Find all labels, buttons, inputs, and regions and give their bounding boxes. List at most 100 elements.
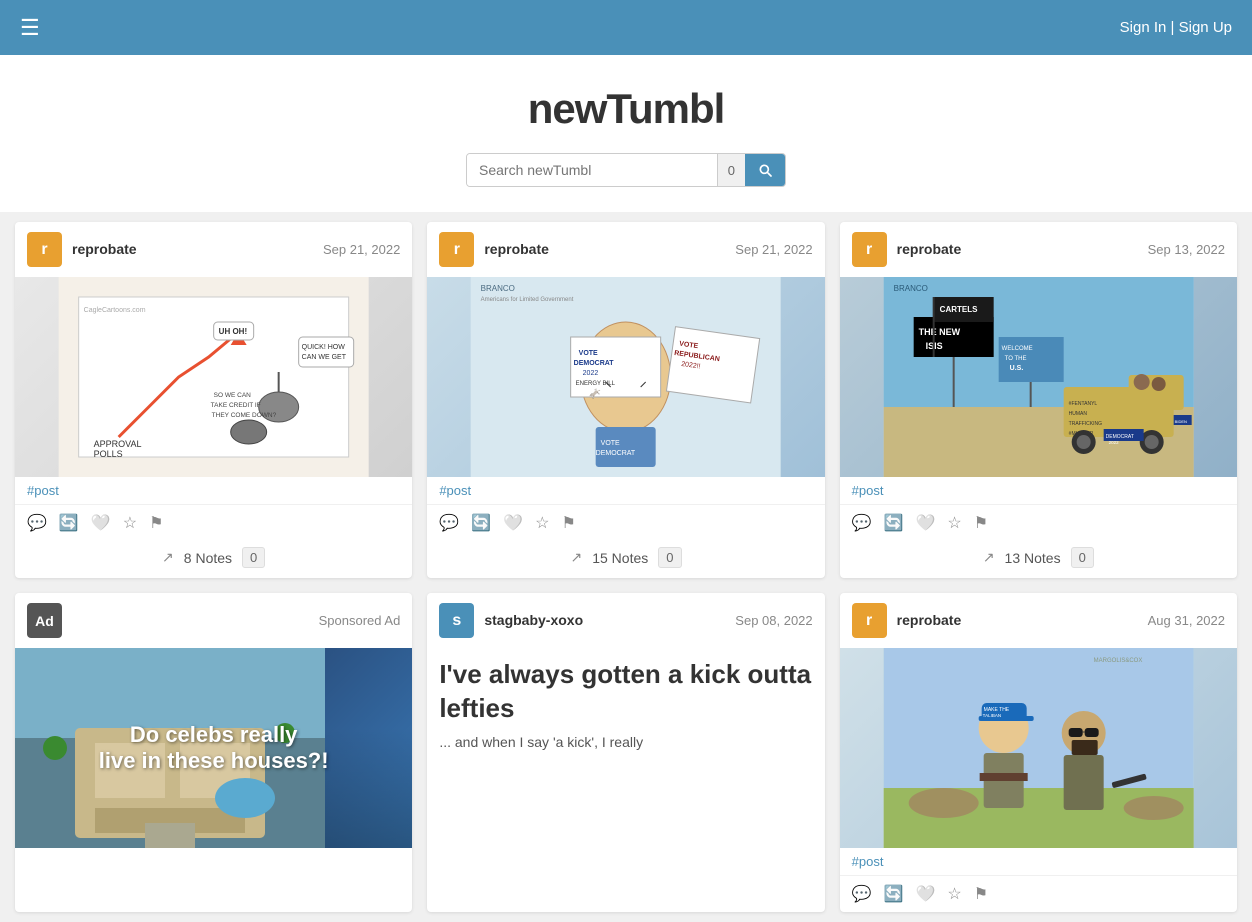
- notes-badge-2: 0: [658, 547, 681, 568]
- svg-text:2022: 2022: [583, 370, 599, 377]
- username-5[interactable]: stagbaby-xoxo: [484, 612, 583, 628]
- svg-text:THE NEW: THE NEW: [918, 327, 960, 337]
- flag-icon-1[interactable]: ⚑: [149, 513, 163, 533]
- svg-text:MARGOLIS&COX: MARGOLIS&COX: [1093, 658, 1142, 664]
- svg-text:DEMOCRAT: DEMOCRAT: [596, 450, 636, 457]
- post-image-3: BRANCO THE NEW ISIS CARTELS WELCOME TO T…: [840, 277, 1237, 477]
- card-notes-row-3: ↗ 13 Notes 0: [840, 541, 1237, 578]
- notes-count-3: 13 Notes: [1005, 550, 1061, 566]
- search-count-badge: 0: [717, 154, 745, 186]
- flag-icon-2[interactable]: ⚑: [561, 513, 575, 533]
- hamburger-menu-icon[interactable]: ☰: [20, 15, 40, 41]
- avatar-6: r: [852, 603, 887, 638]
- card-header-ad: Ad Sponsored Ad: [15, 593, 412, 648]
- svg-text:CAN WE GET: CAN WE GET: [302, 354, 347, 361]
- post-card-5: s stagbaby-xoxo Sep 08, 2022 I've always…: [427, 593, 824, 912]
- share-icon-1[interactable]: ↗: [162, 549, 174, 566]
- like-icon-6[interactable]: 🤍: [916, 884, 936, 904]
- card-header-5: s stagbaby-xoxo Sep 08, 2022: [427, 593, 824, 648]
- comment-icon-6[interactable]: 💬: [852, 884, 872, 904]
- svg-text:APPROVAL: APPROVAL: [94, 439, 142, 449]
- site-title: newTumbl: [0, 85, 1252, 133]
- card-header-1: r reprobate Sep 21, 2022: [15, 222, 412, 277]
- star-icon-6[interactable]: ☆: [947, 884, 961, 904]
- svg-text:VOTE: VOTE: [579, 350, 598, 357]
- auth-separator: |: [1171, 19, 1179, 36]
- cards-grid: r reprobate Sep 21, 2022 APPROVAL POLLS: [15, 222, 1237, 912]
- post-tag-2[interactable]: #post: [427, 477, 824, 504]
- ad-avatar: Ad: [27, 603, 62, 638]
- post-card-3: r reprobate Sep 13, 2022 BRANCO T: [840, 222, 1237, 578]
- repost-icon-3[interactable]: 🔄: [884, 513, 904, 533]
- svg-text:QUICK! HOW: QUICK! HOW: [302, 344, 346, 351]
- auth-links: Sign In | Sign Up: [1120, 19, 1232, 36]
- svg-text:SO WE CAN: SO WE CAN: [214, 392, 252, 399]
- search-input[interactable]: [467, 154, 717, 186]
- sponsored-text: Sponsored Ad: [319, 613, 401, 628]
- username-3[interactable]: reprobate: [897, 241, 962, 257]
- like-icon-2[interactable]: 🤍: [503, 513, 523, 533]
- svg-text:TAKE CREDIT IF: TAKE CREDIT IF: [211, 402, 261, 409]
- star-icon-3[interactable]: ☆: [947, 513, 961, 533]
- user-info-6: reprobate: [897, 612, 1138, 630]
- sign-up-link[interactable]: Sign Up: [1179, 19, 1232, 36]
- svg-text:#MURDER: #MURDER: [1068, 431, 1093, 437]
- flag-icon-3[interactable]: ⚑: [974, 513, 988, 533]
- svg-text:TALIBAN: TALIBAN: [982, 713, 1000, 718]
- ad-image-text: Do celebs reallylive in these houses?!: [89, 712, 339, 784]
- svg-text:DEMOCRAT: DEMOCRAT: [574, 360, 615, 367]
- notes-badge-1: 0: [242, 547, 265, 568]
- svg-text:BIDEN: BIDEN: [1174, 419, 1186, 424]
- star-icon-2[interactable]: ☆: [535, 513, 549, 533]
- search-icon: [757, 162, 773, 178]
- svg-text:TO THE: TO THE: [1004, 356, 1026, 362]
- card-notes-row-1: ↗ 8 Notes 0: [15, 541, 412, 578]
- search-container: 0: [466, 153, 786, 187]
- star-icon-1[interactable]: ☆: [123, 513, 137, 533]
- post-excerpt-5: ... and when I say 'a kick', I really: [427, 732, 824, 763]
- flag-icon-6[interactable]: ⚑: [974, 884, 988, 904]
- svg-text:TRAFFICKING: TRAFFICKING: [1068, 421, 1101, 427]
- card-actions-3: 💬 🔄 🤍 ☆ ⚑: [840, 504, 1237, 541]
- ad-card: Ad Sponsored Ad: [15, 593, 412, 912]
- svg-text:THEY COME DOWN?: THEY COME DOWN?: [212, 412, 277, 419]
- comment-icon-2[interactable]: 💬: [439, 513, 459, 533]
- ad-image[interactable]: Do celebs reallylive in these houses?!: [15, 648, 412, 848]
- post-card-1: r reprobate Sep 21, 2022 APPROVAL POLLS: [15, 222, 412, 578]
- svg-text:HUMAN: HUMAN: [1068, 411, 1087, 417]
- comment-icon-1[interactable]: 💬: [27, 513, 47, 533]
- post-title-5: I've always gotten a kick outta lefties: [427, 648, 824, 732]
- sign-in-link[interactable]: Sign In: [1120, 19, 1167, 36]
- avatar-5: s: [439, 603, 474, 638]
- svg-text:POLLS: POLLS: [94, 449, 123, 459]
- main-content: r reprobate Sep 21, 2022 APPROVAL POLLS: [0, 212, 1252, 922]
- comment-icon-3[interactable]: 💬: [852, 513, 872, 533]
- site-title-area: newTumbl: [0, 55, 1252, 153]
- svg-text:2022: 2022: [1108, 440, 1119, 445]
- card-header-2: r reprobate Sep 21, 2022: [427, 222, 824, 277]
- post-image-1: APPROVAL POLLS QUICK! HOW CAN WE GET UH …: [15, 277, 412, 477]
- post-tag-6[interactable]: #post: [840, 848, 1237, 875]
- share-icon-3[interactable]: ↗: [983, 549, 995, 566]
- username-6[interactable]: reprobate: [897, 612, 962, 628]
- repost-icon-6[interactable]: 🔄: [884, 884, 904, 904]
- notes-badge-3: 0: [1071, 547, 1094, 568]
- share-icon-2[interactable]: ↗: [570, 549, 582, 566]
- card-header-3: r reprobate Sep 13, 2022: [840, 222, 1237, 277]
- like-icon-3[interactable]: 🤍: [916, 513, 936, 533]
- username-1[interactable]: reprobate: [72, 241, 137, 257]
- post-image-2: BRANCO Americans for Limited Government …: [427, 277, 824, 477]
- post-tag-1[interactable]: #post: [15, 477, 412, 504]
- post-tag-3[interactable]: #post: [840, 477, 1237, 504]
- svg-text:UH OH!: UH OH!: [219, 327, 247, 336]
- repost-icon-1[interactable]: 🔄: [59, 513, 79, 533]
- post-card-2: r reprobate Sep 21, 2022 BRANCO American…: [427, 222, 824, 578]
- search-button[interactable]: [745, 154, 785, 186]
- like-icon-1[interactable]: 🤍: [91, 513, 111, 533]
- repost-icon-2[interactable]: 🔄: [471, 513, 491, 533]
- svg-text:BRANCO: BRANCO: [481, 284, 515, 293]
- svg-text:WELCOME: WELCOME: [1001, 346, 1032, 352]
- username-2[interactable]: reprobate: [484, 241, 549, 257]
- notes-count-2: 15 Notes: [592, 550, 648, 566]
- svg-text:CagleCartoons.com: CagleCartoons.com: [84, 307, 146, 314]
